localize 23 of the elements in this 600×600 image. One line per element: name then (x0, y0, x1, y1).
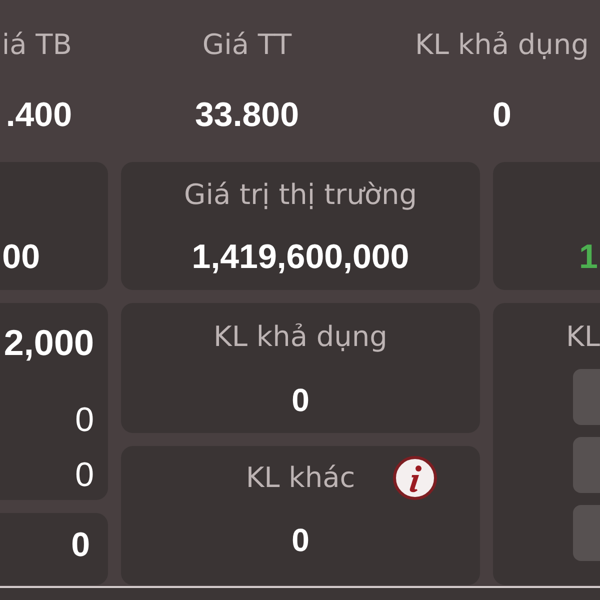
summary-label: iá TB (2, 28, 72, 62)
input-field[interactable] (573, 369, 600, 425)
card-value: 00 (2, 240, 40, 274)
card-value: 0 (292, 383, 310, 417)
card-value: 1 (579, 240, 598, 274)
card-value: 0 (71, 528, 90, 562)
card-label: KL khả dụng (214, 320, 388, 354)
summary-value: 33.800 (195, 98, 299, 132)
summary-label: Giá TT (202, 28, 292, 62)
card-value: 0 (292, 523, 310, 557)
input-field[interactable] (573, 437, 600, 493)
card-label: Giá trị thị trường (184, 178, 417, 212)
card-label: KL (566, 320, 600, 354)
card-value: 0 (75, 403, 94, 437)
info-icon[interactable] (393, 456, 438, 500)
card-value: 1,419,600,000 (192, 240, 410, 274)
card-label: KL khác (246, 461, 356, 495)
summary-label: KL khả dụng (415, 28, 589, 62)
card-value: 2,000 (4, 323, 94, 363)
summary-value: 0 (492, 98, 512, 132)
card-value: 0 (75, 458, 94, 492)
summary-value: .400 (6, 98, 72, 132)
input-field[interactable] (573, 505, 600, 561)
